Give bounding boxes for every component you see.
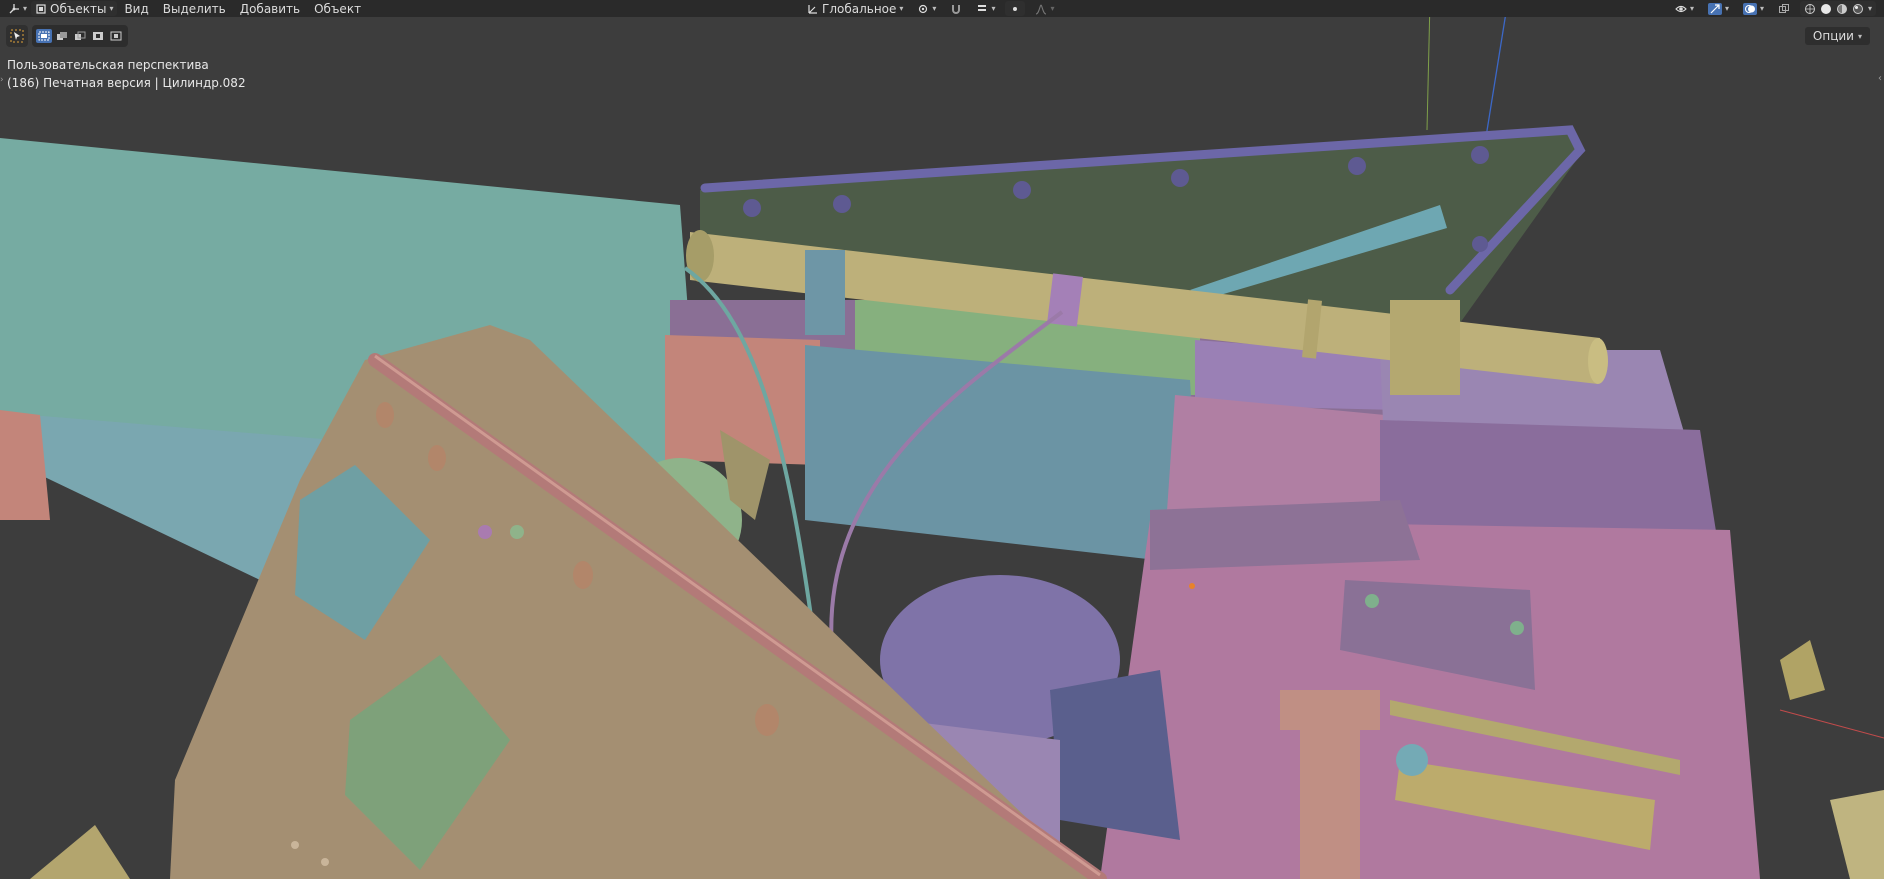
select-invert-icon bbox=[93, 32, 103, 40]
tool-row bbox=[6, 25, 128, 47]
chevron-down-icon: ▾ bbox=[899, 4, 904, 13]
snap-target-selector[interactable]: ▾ bbox=[972, 1, 999, 16]
object-origin bbox=[1189, 583, 1195, 589]
chevron-down-icon: ▾ bbox=[991, 4, 996, 13]
selection-mode-group bbox=[32, 25, 128, 47]
object-mode-icon bbox=[36, 3, 46, 14]
proportional-edit-toggle[interactable] bbox=[1005, 1, 1026, 16]
object-info: (186) Печатная версия | Цилиндр.082 bbox=[7, 76, 246, 90]
cursor-arrow-icon bbox=[10, 29, 24, 43]
magnet-icon bbox=[952, 4, 961, 14]
menu-add[interactable]: Добавить bbox=[233, 2, 307, 16]
visibility-selector[interactable]: ▾ bbox=[1671, 1, 1698, 16]
select-new-icon bbox=[38, 31, 50, 41]
options-dropdown[interactable]: Опции ▾ bbox=[1804, 27, 1870, 45]
mode-selector[interactable]: Объекты ▾ bbox=[31, 1, 118, 16]
viewport-info: Пользовательская перспектива (186) Печат… bbox=[7, 56, 246, 92]
transform-orientation-icon bbox=[808, 4, 817, 14]
xray-toggle[interactable] bbox=[1774, 1, 1794, 16]
menu-select[interactable]: Выделить bbox=[156, 2, 233, 16]
proportional-falloff-selector[interactable]: ▾ bbox=[1031, 1, 1058, 16]
eye-icon bbox=[1675, 5, 1687, 12]
menu-object[interactable]: Объект bbox=[307, 2, 368, 16]
select-subtract-icon bbox=[75, 31, 86, 40]
material-preview-icon[interactable] bbox=[1836, 3, 1848, 15]
overlays-icon bbox=[1744, 4, 1755, 13]
select-intersect-icon bbox=[110, 31, 122, 41]
view-name: Пользовательская перспектива bbox=[7, 58, 209, 72]
select-extend-mode[interactable] bbox=[54, 29, 70, 43]
y-axis-line bbox=[1426, 0, 1431, 131]
chevron-down-icon[interactable]: ▾ bbox=[1868, 4, 1872, 13]
blue-cylinder bbox=[805, 345, 1200, 565]
sidebar-expand-icon[interactable]: ‹ bbox=[1878, 73, 1882, 84]
select-invert-mode[interactable] bbox=[90, 29, 106, 43]
proportional-edit-icon bbox=[1013, 6, 1018, 11]
editor-type-selector[interactable]: ▾ bbox=[4, 1, 31, 16]
3d-viewport[interactable] bbox=[0, 0, 1884, 879]
options-label: Опции bbox=[1812, 29, 1854, 43]
chevron-down-icon: ▾ bbox=[1050, 4, 1055, 13]
select-tool-button[interactable] bbox=[6, 25, 28, 47]
chevron-down-icon: ▾ bbox=[1689, 4, 1694, 13]
wireframe-icon[interactable] bbox=[1804, 3, 1816, 15]
gizmo-toggle[interactable]: ▾ bbox=[1704, 1, 1733, 16]
select-intersect-mode[interactable] bbox=[108, 29, 124, 43]
chevron-down-icon: ▾ bbox=[109, 4, 114, 13]
transform-orientation-label: Глобальное bbox=[822, 1, 897, 16]
pivot-point-icon bbox=[919, 4, 928, 13]
viewport-icon bbox=[9, 3, 19, 13]
chevron-down-icon: ▾ bbox=[1724, 4, 1729, 13]
tube-clamp bbox=[805, 250, 845, 335]
magenta-housing bbox=[1100, 520, 1760, 879]
shading-modes: ▾ bbox=[1799, 1, 1876, 16]
snap-toggle[interactable] bbox=[946, 1, 966, 16]
solid-icon[interactable] bbox=[1820, 3, 1832, 15]
chevron-down-icon: ▾ bbox=[1857, 31, 1862, 41]
pivot-point-selector[interactable]: ▾ bbox=[913, 1, 940, 16]
chevron-down-icon: ▾ bbox=[932, 4, 937, 13]
transform-orientation-selector[interactable]: Глобальное ▾ bbox=[803, 1, 907, 16]
mode-label: Объекты bbox=[50, 1, 107, 16]
overlays-toggle[interactable]: ▾ bbox=[1739, 1, 1768, 16]
viewport-scene bbox=[0, 0, 1884, 879]
select-new-mode[interactable] bbox=[36, 29, 52, 43]
menu-view[interactable]: Вид bbox=[117, 2, 155, 16]
x-axis-line bbox=[1779, 709, 1884, 739]
falloff-curve-icon bbox=[1036, 3, 1047, 15]
xray-icon bbox=[1778, 3, 1789, 13]
chevron-down-icon: ▾ bbox=[23, 4, 28, 13]
viewport-header: ▾ Объекты ▾ Вид Выделить Добавить Объект… bbox=[0, 0, 1884, 17]
rendered-icon[interactable] bbox=[1852, 3, 1864, 15]
chevron-down-icon: ▾ bbox=[1759, 4, 1764, 13]
snap-target-icon bbox=[978, 4, 987, 11]
select-subtract-mode[interactable] bbox=[72, 29, 88, 43]
select-extend-icon bbox=[57, 32, 67, 40]
toolbar-expand-icon[interactable]: › bbox=[0, 75, 4, 85]
gizmo-icon bbox=[1710, 3, 1720, 13]
